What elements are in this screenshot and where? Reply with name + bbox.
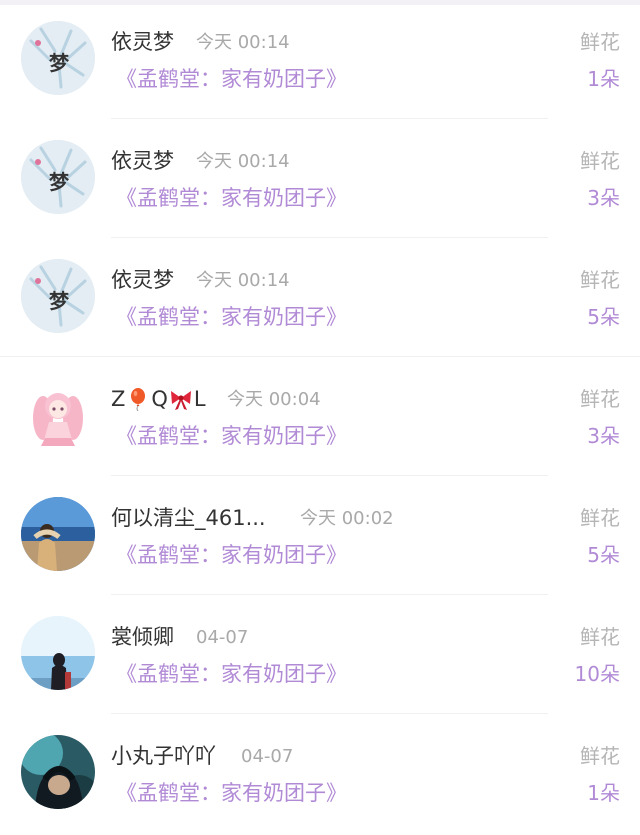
- user-name[interactable]: 何以清尘_461...: [111, 503, 266, 533]
- book-title-link[interactable]: 《孟鹤堂：家有奶团子》: [116, 540, 347, 570]
- user-name-part: L: [193, 387, 206, 411]
- gift-type: 鲜花: [580, 506, 620, 530]
- gift-count: 3朵: [587, 424, 620, 448]
- timestamp: 今天 00:04: [227, 389, 321, 410]
- list-item[interactable]: 裳倾卿 04-07 《孟鹤堂：家有奶团子》 鲜花 10朵: [0, 595, 640, 714]
- gift-count: 5朵: [587, 305, 620, 329]
- user-name[interactable]: 依灵梦: [111, 27, 174, 57]
- book-title-link[interactable]: 《孟鹤堂：家有奶团子》: [116, 302, 347, 332]
- list-item[interactable]: 梦 依灵梦 今天 00:14 《孟鹤堂：家有奶团子》 鲜花 5朵: [0, 238, 640, 357]
- user-name[interactable]: 依灵梦: [111, 146, 174, 176]
- user-name[interactable]: Z Q L: [111, 384, 206, 414]
- user-name-part: Z: [111, 387, 126, 411]
- gift-type: 鲜花: [580, 744, 620, 768]
- dream-avatar-icon[interactable]: 梦: [21, 140, 95, 214]
- gift-type: 鲜花: [580, 149, 620, 173]
- book-title-link[interactable]: 《孟鹤堂：家有奶团子》: [116, 421, 347, 451]
- gift-count: 1朵: [587, 781, 620, 805]
- gift-type: 鲜花: [580, 387, 620, 411]
- gift-type: 鲜花: [580, 268, 620, 292]
- svg-text:梦: 梦: [49, 170, 70, 194]
- list-item[interactable]: Z Q L 今天 00:04 《孟鹤堂：家有奶团子》 鲜花 3朵: [0, 357, 640, 476]
- user-name-part: Q: [151, 387, 168, 411]
- gift-count: 10朵: [574, 662, 620, 686]
- svg-text:梦: 梦: [49, 289, 70, 313]
- user-name[interactable]: 裳倾卿: [111, 622, 174, 652]
- sea-silhouette-avatar-icon[interactable]: [21, 616, 95, 690]
- timestamp: 04-07: [196, 627, 249, 648]
- gift-type: 鲜花: [580, 30, 620, 54]
- list-item[interactable]: 梦 依灵梦 今天 00:14 《孟鹤堂：家有奶团子》 鲜花 3朵: [0, 119, 640, 238]
- gift-count: 5朵: [587, 543, 620, 567]
- timestamp: 今天 00:14: [196, 270, 290, 291]
- beach-photo-avatar-icon[interactable]: [21, 497, 95, 571]
- gift-type: 鲜花: [580, 625, 620, 649]
- book-title-link[interactable]: 《孟鹤堂：家有奶团子》: [116, 64, 347, 94]
- book-title-link[interactable]: 《孟鹤堂：家有奶团子》: [116, 183, 347, 213]
- list-item[interactable]: 梦 依灵梦 今天 00:14 《孟鹤堂：家有奶团子》 鲜花 1朵: [0, 0, 640, 119]
- svg-text:梦: 梦: [49, 51, 70, 75]
- timestamp: 今天 00:14: [196, 32, 290, 53]
- user-name[interactable]: 小丸子吖吖: [111, 741, 216, 771]
- timestamp: 今天 00:14: [196, 151, 290, 172]
- timestamp: 今天 00:02: [300, 508, 394, 529]
- dream-avatar-icon[interactable]: 梦: [21, 21, 95, 95]
- user-name[interactable]: 依灵梦: [111, 265, 174, 295]
- book-title-link[interactable]: 《孟鹤堂：家有奶团子》: [116, 659, 347, 689]
- list-item[interactable]: 何以清尘_461... 今天 00:02 《孟鹤堂：家有奶团子》 鲜花 5朵: [0, 476, 640, 595]
- gift-count: 1朵: [587, 67, 620, 91]
- list-item[interactable]: 小丸子吖吖 04-07 《孟鹤堂：家有奶团子》 鲜花 1朵: [0, 714, 640, 833]
- book-title-link[interactable]: 《孟鹤堂：家有奶团子》: [116, 778, 347, 808]
- gift-count: 3朵: [587, 186, 620, 210]
- timestamp: 04-07: [241, 746, 294, 767]
- anime-girl-avatar-icon[interactable]: [21, 378, 95, 452]
- balloon-icon: [131, 388, 146, 411]
- ribbon-icon: [170, 391, 191, 410]
- dream-avatar-icon[interactable]: 梦: [21, 259, 95, 333]
- hooded-figure-avatar-icon[interactable]: [21, 735, 95, 809]
